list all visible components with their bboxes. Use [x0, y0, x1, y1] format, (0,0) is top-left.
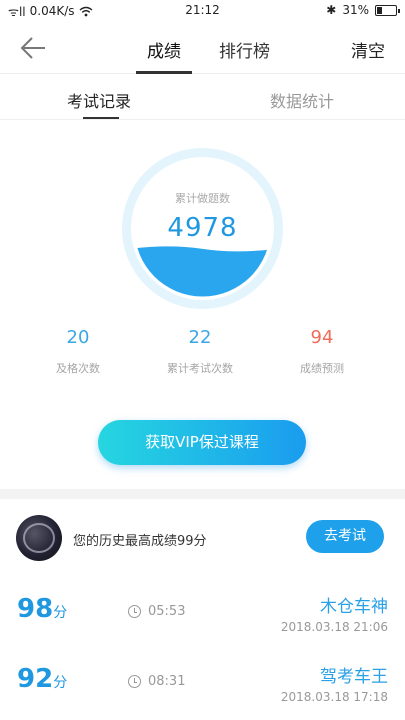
- stat-label: 累计考试次数: [167, 362, 233, 375]
- sub-tab-exam-records[interactable]: 考试记录: [67, 88, 131, 112]
- stat-label: 及格次数: [56, 362, 100, 375]
- clock-icon: [128, 675, 141, 688]
- section-divider: [0, 489, 405, 499]
- progress-gauge: 累计做题数 4978: [121, 147, 284, 310]
- duration-value: 08:31: [148, 674, 186, 689]
- score-unit: 分: [53, 675, 68, 691]
- stat-exam-count: 22 累计考试次数: [145, 327, 255, 376]
- go-exam-button[interactable]: 去考试: [306, 520, 384, 553]
- battery-percent: 31%: [342, 3, 369, 17]
- vip-course-button[interactable]: 获取VIP保过课程: [98, 420, 306, 465]
- record-duration: 08:31: [128, 674, 185, 689]
- record-score: 92分: [17, 664, 67, 694]
- sub-tab-statistics[interactable]: 数据统计: [270, 88, 334, 112]
- stat-value: 22: [188, 327, 212, 348]
- record-title: 驾考车王: [320, 667, 388, 687]
- stat-value: 94: [310, 327, 334, 348]
- gauge-label: 累计做题数: [175, 192, 230, 205]
- tab-score[interactable]: 成绩: [147, 37, 181, 62]
- record-title: 木仓车神: [320, 597, 388, 617]
- record-duration: 05:53: [128, 604, 185, 619]
- score-value: 92: [17, 664, 54, 694]
- sub-tabs: 考试记录 数据统计: [0, 74, 405, 120]
- record-row[interactable]: 98分 05:53 木仓车神 2018.03.18 21:06: [0, 580, 405, 650]
- best-score-row: 您的历史最高成绩99分 去考试: [0, 499, 405, 579]
- clock-icon: [128, 605, 141, 618]
- stats-row: 20 及格次数 22 累计考试次数 94 成绩预测: [0, 327, 405, 377]
- bluetooth-icon: ✱: [326, 3, 337, 17]
- gauge-value: 4978: [167, 213, 238, 243]
- record-row[interactable]: 92分 08:31 驾考车王 2018.03.18 17:18: [0, 650, 405, 720]
- status-right: ✱ 31%: [326, 3, 400, 17]
- best-score-text: 您的历史最高成绩99分: [73, 534, 207, 549]
- duration-value: 05:53: [148, 604, 186, 619]
- record-score: 98分: [17, 594, 67, 624]
- top-nav: 成绩 排行榜 清空: [0, 22, 405, 74]
- status-bar: ᯤll 0.04K/s 21:12 ✱ 31%: [0, 0, 405, 22]
- stat-value: 20: [66, 327, 90, 348]
- stat-score-prediction: 94 成绩预测: [267, 327, 377, 376]
- record-date: 2018.03.18 17:18: [280, 690, 388, 704]
- stat-label: 成绩预测: [300, 362, 344, 375]
- avatar[interactable]: [16, 515, 62, 561]
- record-date: 2018.03.18 21:06: [280, 620, 388, 634]
- back-arrow-icon[interactable]: [18, 34, 48, 62]
- clear-button[interactable]: 清空: [351, 37, 385, 62]
- battery-icon: [375, 4, 400, 16]
- sub-tab-indicator: [83, 117, 119, 119]
- score-value: 98: [17, 594, 54, 624]
- tab-ranking[interactable]: 排行榜: [219, 37, 270, 62]
- stat-pass-count: 20 及格次数: [23, 327, 133, 376]
- score-unit: 分: [53, 605, 68, 621]
